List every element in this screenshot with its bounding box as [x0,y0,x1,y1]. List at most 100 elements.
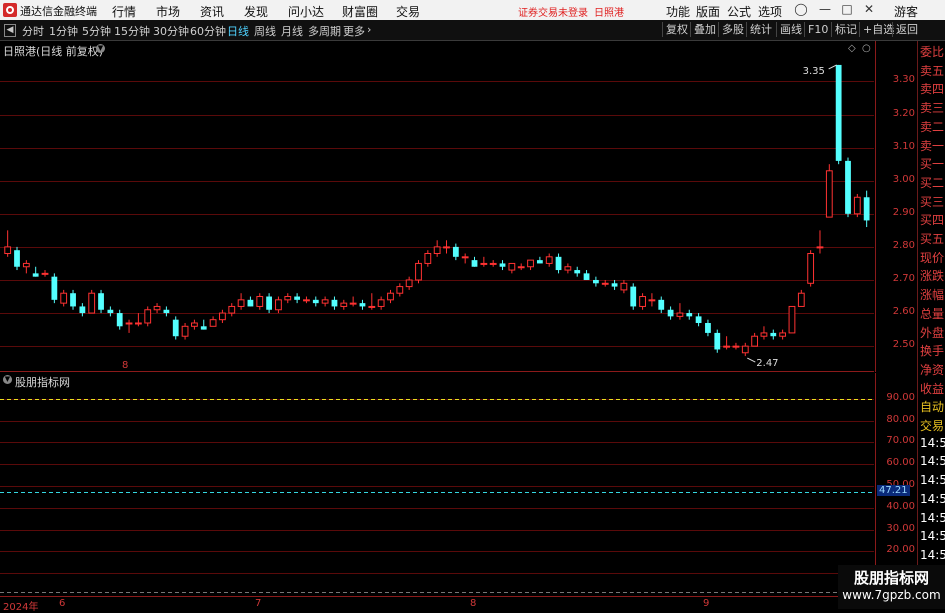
period-monthly[interactable]: 月线 [281,23,303,39]
quote-field-label: 买三 [920,194,945,209]
tool-multi-stock[interactable]: 多股 [718,22,747,37]
price-axis: 3.30 3.20 3.10 3.00 2.90 2.80 2.70 2.60 2.50 [875,41,918,372]
menu-function[interactable]: 功能 [666,3,690,20]
period-weekly[interactable]: 周线 [254,23,276,39]
candle-body-up [601,282,609,285]
candle-body-up [816,246,824,249]
date-axis-label: 2024年 [3,602,39,613]
candle-body-down [583,273,590,280]
candle-body-up [303,299,310,302]
period-15min[interactable]: 15分钟 [114,23,150,39]
period-1min[interactable]: 1分钟 [49,23,78,39]
indicator-chart[interactable]: ▼ 股朋指标网 [0,373,874,595]
indicator-tick-label: 90.00 [886,391,915,403]
candle-body-up [779,332,787,337]
menu-ask-xiaoda[interactable]: 问小达 [288,3,324,20]
candle-body-down [32,273,39,277]
menu-markets[interactable]: 市场 [156,3,180,20]
price-tick-label: 2.70 [892,272,915,284]
tool-mark[interactable]: 标记 [831,22,860,37]
quote-field-label: 卖五 [920,63,945,78]
period-60min[interactable]: 60分钟 [190,23,226,39]
candle-body-down [705,322,711,333]
date-axis-label: 7 [255,598,262,609]
tool-back[interactable]: 返回 [892,22,921,37]
tool-statistics[interactable]: 统计 [746,22,775,37]
period-intraday[interactable]: 分时 [22,23,44,39]
menu-wealth-circle[interactable]: 财富圈 [342,3,378,20]
candle-body-up [545,256,553,264]
collapse-icon[interactable]: ◀ [4,24,16,37]
quote-field-label: 买四 [920,213,945,228]
minimize-icon[interactable]: — [816,2,834,18]
candle-body-up [181,325,189,337]
candle-body-up [396,286,404,294]
candle-body-up [620,282,628,291]
candle-body-up [349,302,357,305]
candle-body-down [51,276,58,300]
candle-body-up [415,262,422,281]
tool-draw-line[interactable]: 画线 [776,22,805,37]
chevron-down-icon[interactable]: ▼ [3,375,12,384]
indicator-header: 股朋指标网 [15,376,70,389]
login-warning[interactable]: 证券交易未登录 [518,4,588,19]
low-pointer [747,357,756,363]
candle-body-down [294,296,301,300]
quote-field-label: 买二 [920,175,945,190]
menu-formula[interactable]: 公式 [727,3,751,20]
price-tick-label: 3.00 [892,173,915,185]
menu-market[interactable]: 行情 [112,3,136,20]
candle-body-up [443,246,450,249]
chevron-right-icon[interactable]: › [367,23,371,36]
tool-overlay[interactable]: 叠加 [690,22,719,37]
period-multi[interactable]: 多周期 [308,23,341,39]
tool-f10[interactable]: F10 [804,22,831,37]
diamond-icon[interactable]: ◇ [848,43,856,54]
period-daily[interactable]: 日线 [227,23,249,39]
candle-body-down [70,293,76,307]
indicator-tick-label: 40.00 [886,500,915,512]
menu-layout[interactable]: 版面 [696,3,720,20]
candle-body-up [723,345,731,348]
quote-field-label: 14:56 [920,510,945,525]
menu-discover[interactable]: 发现 [244,3,268,20]
quote-field-label: 14:56 [920,529,945,544]
guest-user[interactable]: 游客 [894,3,918,20]
candle-body-up [144,309,152,324]
candle-body-up [807,253,815,284]
circle-icon[interactable]: ○ [862,43,871,54]
menu-trade[interactable]: 交易 [396,3,420,20]
quote-field-label: 现价 [920,250,945,265]
settings-icon[interactable]: ◯ [792,2,810,18]
candle-body-up [340,302,348,307]
candle-body-down [116,313,123,327]
candle-body-up [219,312,226,321]
quote-field-label: 总量 [920,306,945,321]
candle-body-up [125,322,133,325]
candle-body-up [433,246,441,255]
menu-news[interactable]: 资讯 [200,3,224,20]
candle-body-down [863,197,870,221]
period-5min[interactable]: 5分钟 [82,23,111,39]
quote-field-label: 14:56 [920,435,945,450]
tool-adjust[interactable]: 复权 [662,22,691,37]
candle-body-up [527,259,534,268]
quote-field-label[interactable]: 自动 [920,398,944,415]
candle-body-up [275,299,282,311]
candle-body-down [499,263,506,267]
close-icon[interactable]: ✕ [860,2,878,18]
candle-body-up [387,292,394,301]
quote-field-label: 交易 [920,419,945,433]
restore-icon[interactable]: □ [838,2,856,18]
period-30min[interactable]: 30分钟 [153,23,189,39]
chevron-down-icon[interactable]: ▼ [96,44,105,53]
indicator-tick-label: 80.00 [886,413,915,425]
app-logo-icon [3,3,17,17]
candle-body-up [797,292,805,307]
period-more[interactable]: 更多 [343,23,365,39]
candle-body-up [732,345,740,348]
candle-body-down [592,279,599,284]
candle-body-up [284,296,292,301]
kline-chart[interactable]: 3.35 2.47 日照港(日线 前复权) ▼ ◇ ○ 8 [0,41,874,372]
menu-options[interactable]: 选项 [758,3,782,20]
